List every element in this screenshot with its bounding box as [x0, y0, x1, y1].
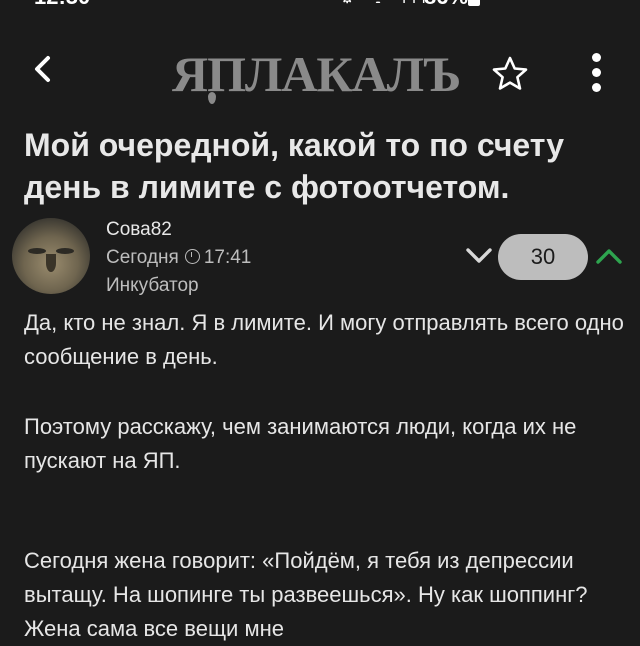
vote-down-icon[interactable]: [464, 246, 494, 266]
post-paragraph: Сегодня жена говорит: «Пойдём, я тебя из…: [24, 548, 588, 641]
status-time: 12:30: [34, 0, 90, 10]
rating-score: 30: [498, 234, 588, 280]
author-name[interactable]: Сова82: [106, 219, 172, 241]
back-arrow-icon[interactable]: [30, 54, 56, 84]
vote-up-icon[interactable]: [594, 246, 624, 266]
post-time: 17:41: [203, 247, 252, 268]
post-paragraph: Да, кто не знал. Я в лимите. И могу отпр…: [24, 310, 624, 369]
logo-drop-icon: [208, 92, 216, 104]
favorite-star-icon[interactable]: [490, 54, 530, 94]
battery-level: 86%: [424, 0, 468, 10]
post-meta: Сегодня 17:41: [106, 247, 251, 269]
avatar[interactable]: [12, 218, 90, 294]
status-bar: 12:30 ⚙ ᯤ ıll 86%: [0, 0, 640, 10]
post-title: Мой очередной, какой то по счету день в …: [24, 127, 565, 205]
more-options-icon[interactable]: [584, 48, 608, 100]
clock-icon: [184, 249, 200, 264]
battery-icon: [468, 0, 480, 6]
post-date: Сегодня: [106, 247, 179, 268]
post-paragraph: Поэтому расскажу, чем занимаются люди, к…: [24, 414, 577, 473]
user-group: Инкубатор: [106, 275, 199, 296]
app-header: ЯПЛАКАЛЪ: [0, 10, 640, 114]
site-logo[interactable]: ЯПЛАКАЛЪ: [172, 42, 472, 106]
signal-icon: ⚙ ᯤ ıll: [340, 0, 431, 8]
